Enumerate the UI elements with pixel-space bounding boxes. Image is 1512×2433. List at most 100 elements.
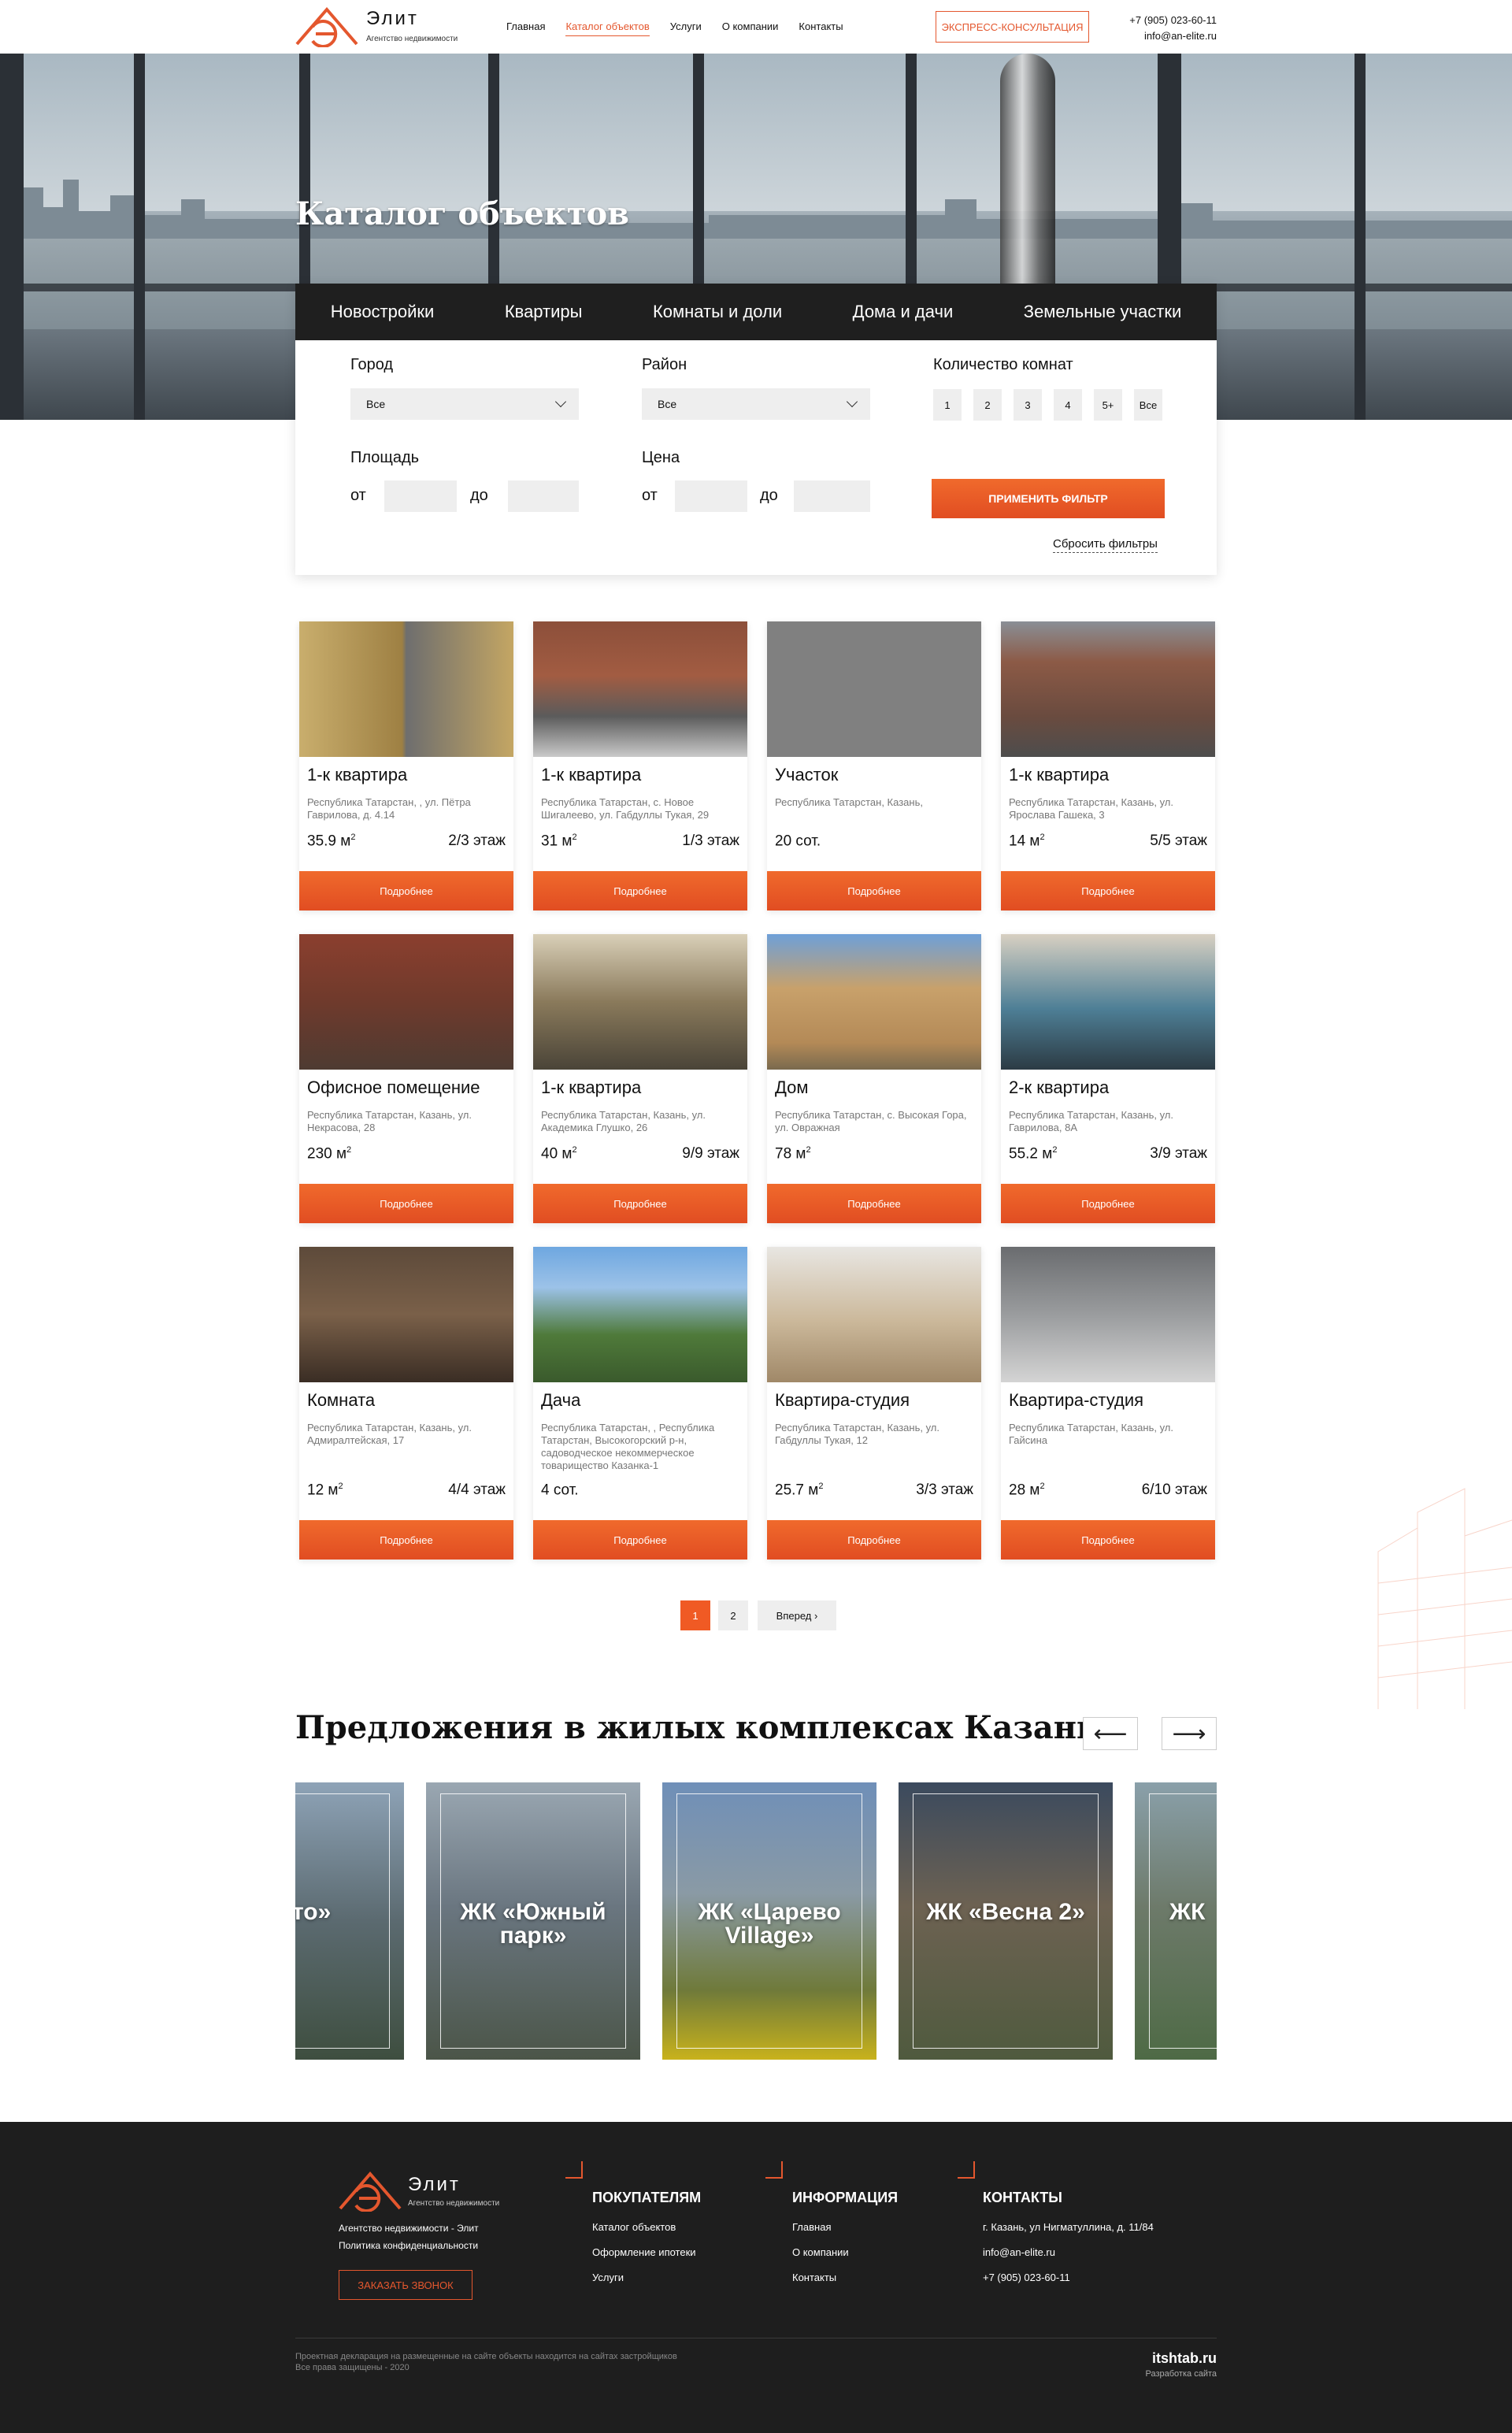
listing-photo[interactable] <box>767 1247 981 1382</box>
footer-link-contacts[interactable]: Контакты <box>792 2272 836 2283</box>
listing-card[interactable]: Дом Республика Татарстан, с. Высокая Гора… <box>767 934 981 1223</box>
rooms-option-all[interactable]: Все <box>1134 389 1162 421</box>
listing-card[interactable]: Офисное помещение Республика Татарстан, К… <box>299 934 513 1223</box>
developer-logo[interactable]: itshtab.ru <box>1134 2350 1217 2367</box>
listing-title[interactable]: 1-к квартира <box>541 1077 641 1098</box>
footer-link-services[interactable]: Услуги <box>592 2272 624 2283</box>
footer-link-catalog[interactable]: Каталог объектов <box>592 2221 676 2233</box>
apply-filter-button[interactable]: ПРИМЕНИТЬ ФИЛЬТР <box>932 479 1165 518</box>
listing-card[interactable]: Комната Республика Татарстан, Казань, ул.… <box>299 1247 513 1560</box>
express-consult-button[interactable]: ЭКСПРЕСС-КОНСУЛЬТАЦИЯ <box>936 11 1089 43</box>
complex-card[interactable]: ЖК «Царево Village» <box>662 1782 876 2060</box>
nav-home[interactable]: Главная <box>506 20 545 36</box>
header-email[interactable]: info@an-elite.ru <box>1121 28 1217 44</box>
more-details-button[interactable]: Подробнее <box>533 871 747 911</box>
listing-photo[interactable] <box>299 934 513 1070</box>
more-details-button[interactable]: Подробнее <box>299 1184 513 1223</box>
listing-title[interactable]: Комната <box>307 1390 375 1411</box>
area-to-input[interactable] <box>508 480 579 512</box>
more-details-button[interactable]: Подробнее <box>1001 1520 1215 1560</box>
order-call-button[interactable]: ЗАКАЗАТЬ ЗВОНОК <box>339 2270 472 2300</box>
logo[interactable]: Элит Агентство недвижимости <box>295 5 458 47</box>
more-details-button[interactable]: Подробнее <box>533 1520 747 1560</box>
listing-area: 4 сот. <box>541 1482 579 1499</box>
page-2-button[interactable]: 2 <box>718 1600 748 1630</box>
rooms-option-1[interactable]: 1 <box>933 389 962 421</box>
more-details-button[interactable]: Подробнее <box>1001 871 1215 911</box>
listing-title[interactable]: Офисное помещение <box>307 1077 480 1098</box>
tab-houses[interactable]: Дома и дачи <box>853 302 954 322</box>
complex-card[interactable]: ЖК «Весна 2» <box>899 1782 1113 2060</box>
footer-contacts-title: КОНТАКТЫ <box>983 2190 1062 2205</box>
complex-card[interactable]: ЖК <box>1135 1782 1217 2060</box>
tab-apartments[interactable]: Квартиры <box>505 302 583 322</box>
tab-land[interactable]: Земельные участки <box>1024 302 1181 322</box>
header-phone[interactable]: +7 (905) 023-60-11 <box>1121 13 1217 28</box>
footer-phone[interactable]: +7 (905) 023-60-11 <box>983 2272 1070 2283</box>
listing-title[interactable]: Участок <box>775 765 838 785</box>
more-details-button[interactable]: Подробнее <box>299 1520 513 1560</box>
next-page-button[interactable]: Вперед › <box>758 1600 836 1630</box>
reset-filters-link[interactable]: Сбросить фильтры <box>1053 537 1158 553</box>
price-label: Цена <box>642 449 680 466</box>
listing-photo[interactable] <box>1001 1247 1215 1382</box>
more-details-button[interactable]: Подробнее <box>1001 1184 1215 1223</box>
footer-link-home[interactable]: Главная <box>792 2221 831 2233</box>
listing-photo[interactable] <box>299 1247 513 1382</box>
listing-card[interactable]: 1-к квартира Республика Татарстан, Казань… <box>1001 621 1215 911</box>
nav-catalog[interactable]: Каталог объектов <box>565 20 650 36</box>
page-1-button[interactable]: 1 <box>680 1600 710 1630</box>
price-to-input[interactable] <box>794 480 870 512</box>
district-select[interactable]: Все <box>642 388 870 420</box>
tab-rooms[interactable]: Комнаты и доли <box>653 302 782 322</box>
listing-title[interactable]: 1-к квартира <box>1009 765 1109 785</box>
listing-title[interactable]: 1-к квартира <box>541 765 641 785</box>
nav-contacts[interactable]: Контакты <box>799 20 843 36</box>
footer-link-mortgage[interactable]: Оформление ипотеки <box>592 2246 696 2258</box>
more-details-button[interactable]: Подробнее <box>533 1184 747 1223</box>
rooms-option-4[interactable]: 4 <box>1054 389 1082 421</box>
listing-title[interactable]: Дом <box>775 1077 809 1098</box>
nav-about[interactable]: О компании <box>722 20 779 36</box>
more-details-button[interactable]: Подробнее <box>299 871 513 911</box>
more-details-button[interactable]: Подробнее <box>767 1184 981 1223</box>
listing-photo[interactable] <box>1001 621 1215 757</box>
more-details-button[interactable]: Подробнее <box>767 1520 981 1560</box>
listing-card[interactable]: 1-к квартира Республика Татарстан, Казань… <box>533 934 747 1223</box>
rooms-option-5plus[interactable]: 5+ <box>1094 389 1122 421</box>
rooms-option-3[interactable]: 3 <box>1014 389 1042 421</box>
listing-title[interactable]: Квартира-студия <box>1009 1390 1143 1411</box>
listing-photo[interactable] <box>767 934 981 1070</box>
offers-next-button[interactable]: ⟶ <box>1162 1717 1217 1750</box>
listing-photo[interactable] <box>1001 934 1215 1070</box>
listing-title[interactable]: 2-к квартира <box>1009 1077 1109 1098</box>
listing-card[interactable]: 2-к квартира Республика Татарстан, Казань… <box>1001 934 1215 1223</box>
listing-photo[interactable] <box>533 1247 747 1382</box>
complex-card[interactable]: Лето» <box>295 1782 404 2060</box>
listing-photo[interactable] <box>533 934 747 1070</box>
listing-title[interactable]: 1-к квартира <box>307 765 407 785</box>
city-select[interactable]: Все <box>350 388 579 420</box>
listing-card[interactable]: Дача Республика Татарстан, , Республика Т… <box>533 1247 747 1560</box>
listing-photo[interactable] <box>767 621 981 757</box>
offers-prev-button[interactable]: ⟵ <box>1083 1717 1138 1750</box>
listing-card[interactable]: Квартира-студия Республика Татарстан, Каз… <box>767 1247 981 1560</box>
listing-card[interactable]: Квартира-студия Республика Татарстан, Каз… <box>1001 1247 1215 1560</box>
listing-card[interactable]: Участок Республика Татарстан, Казань, 20 с… <box>767 621 981 911</box>
tab-new-buildings[interactable]: Новостройки <box>331 302 435 322</box>
complex-card[interactable]: ЖК «Южный парк» <box>426 1782 640 2060</box>
price-from-input[interactable] <box>675 480 747 512</box>
area-from-input[interactable] <box>384 480 457 512</box>
listing-title[interactable]: Дача <box>541 1390 580 1411</box>
nav-services[interactable]: Услуги <box>670 20 702 36</box>
rooms-option-2[interactable]: 2 <box>973 389 1002 421</box>
listing-photo[interactable] <box>299 621 513 757</box>
more-details-button[interactable]: Подробнее <box>767 871 981 911</box>
listing-card[interactable]: 1-к квартира Республика Татарстан, , ул. … <box>299 621 513 911</box>
footer-email[interactable]: info@an-elite.ru <box>983 2246 1055 2258</box>
footer-privacy-link[interactable]: Политика конфиденциальности <box>339 2240 478 2251</box>
listing-title[interactable]: Квартира-студия <box>775 1390 910 1411</box>
listing-photo[interactable] <box>533 621 747 757</box>
footer-link-about[interactable]: О компании <box>792 2246 849 2258</box>
listing-card[interactable]: 1-к квартира Республика Татарстан, с. Нов… <box>533 621 747 911</box>
